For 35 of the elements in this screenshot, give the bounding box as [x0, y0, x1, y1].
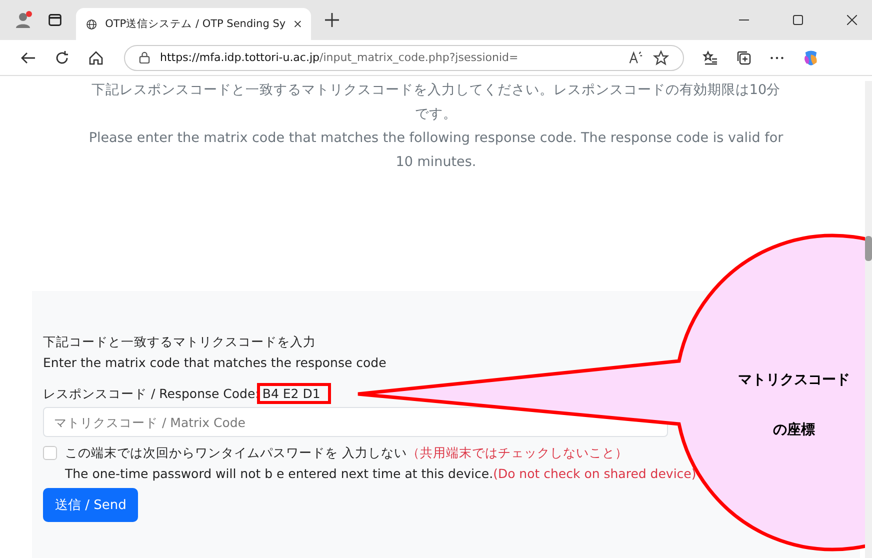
callout-text: の座標 [772, 420, 816, 440]
collections-icon[interactable] [736, 50, 752, 66]
lock-icon [139, 51, 150, 64]
back-icon[interactable] [20, 50, 36, 66]
matrix-code-field[interactable]: マトリクスコード / Matrix Code [43, 407, 668, 437]
scrollbar[interactable] [865, 81, 872, 558]
globe-icon [86, 16, 98, 32]
send-button[interactable]: 送信 / Send [43, 488, 138, 522]
copilot-icon[interactable] [802, 48, 820, 66]
form-heading-english: Enter the matrix code that matches the response code [43, 354, 388, 372]
instruction-text-japanese: 下記レスポンスコードと一致するマトリクスコードを入力してください。レスポンスコードの有効期限は10分です。 [90, 81, 782, 124]
remember-label-japanese: この端末では次回からワンタイムパスワードを 入力しない（共用端末ではチェックしないこと） [65, 444, 629, 462]
more-icon[interactable] [770, 56, 784, 60]
read-aloud-icon[interactable] [628, 50, 643, 65]
instruction-text-english: Please enter the matrix code that matches the following response code. The response code is valid for 10 minutes. [88, 129, 784, 172]
new-tab-icon[interactable] [325, 13, 339, 27]
profile-icon[interactable] [14, 10, 34, 30]
close-window-icon[interactable] [847, 15, 857, 25]
home-icon[interactable] [88, 50, 104, 66]
response-code-label: レスポンスコード / Response Code: [43, 386, 260, 401]
callout-text: マトリクスコード [738, 371, 850, 390]
address-field[interactable]: https://mfa.idp.tottori-u.ac.jp/input_matrix_code.php?jsessionid= [124, 44, 684, 70]
favorites-icon[interactable] [702, 50, 718, 66]
refresh-icon[interactable] [54, 50, 70, 66]
remember-checkbox[interactable] [43, 446, 57, 460]
maximize-icon[interactable] [793, 15, 803, 25]
tab-actions-icon[interactable] [48, 13, 62, 27]
form-heading-japanese: 下記コードと一致するマトリクスコードを入力 [43, 333, 317, 351]
browser-tab[interactable]: OTP送信システム / OTP Sending Sy [76, 8, 311, 40]
star-icon[interactable] [653, 50, 669, 66]
url-text: https://mfa.idp.tottori-u.ac.jp/input_matrix_code.php?jsessionid= [160, 51, 518, 64]
remember-label-english: The one-time password will not b e entered next time at this device.(Do not check on shared device) [65, 465, 696, 483]
response-code: B4 E2 D1 [257, 383, 332, 404]
tab-title: OTP送信システム / OTP Sending Sy [105, 17, 286, 31]
close-icon[interactable] [294, 19, 301, 29]
